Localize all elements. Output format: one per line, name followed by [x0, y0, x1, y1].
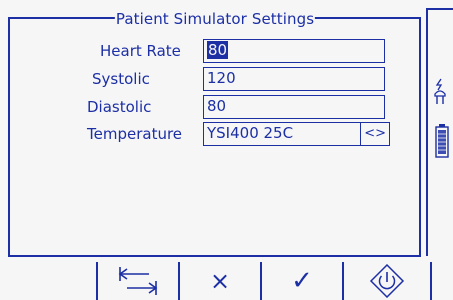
- diastolic-value: 80: [207, 97, 227, 115]
- cancel-button[interactable]: ×: [178, 262, 260, 300]
- systolic-value: 120: [207, 69, 236, 87]
- systolic-field[interactable]: 120: [203, 67, 385, 91]
- power-button[interactable]: [342, 262, 432, 300]
- temperature-value: YSI400 25C: [207, 124, 294, 142]
- panel-title: Patient Simulator Settings: [114, 10, 316, 28]
- swap-arrows-button[interactable]: [96, 262, 178, 300]
- power-plug-icon: [434, 78, 446, 104]
- temperature-cycle-divider: [360, 123, 361, 145]
- cross-icon: ×: [209, 267, 231, 295]
- right-panel-top-border: [426, 8, 453, 10]
- heart-rate-value: 80: [207, 41, 229, 59]
- confirm-button[interactable]: ✓: [260, 262, 342, 300]
- temperature-field[interactable]: YSI400 25C <>: [203, 122, 390, 146]
- temperature-cycle-button[interactable]: <>: [364, 123, 386, 144]
- checkmark-icon: ✓: [291, 266, 313, 296]
- temperature-label: Temperature: [87, 125, 183, 143]
- heart-rate-label: Heart Rate: [100, 42, 181, 60]
- battery-icon: [435, 124, 449, 158]
- right-panel-border: [426, 8, 428, 256]
- systolic-label: Systolic: [92, 70, 150, 88]
- swap-arrows-icon: [118, 267, 158, 295]
- diastolic-label: Diastolic: [87, 98, 152, 116]
- softkey-toolbar: × ✓: [0, 262, 453, 300]
- power-icon: [369, 264, 405, 298]
- diastolic-field[interactable]: 80: [203, 95, 385, 119]
- heart-rate-field[interactable]: 80: [203, 39, 385, 63]
